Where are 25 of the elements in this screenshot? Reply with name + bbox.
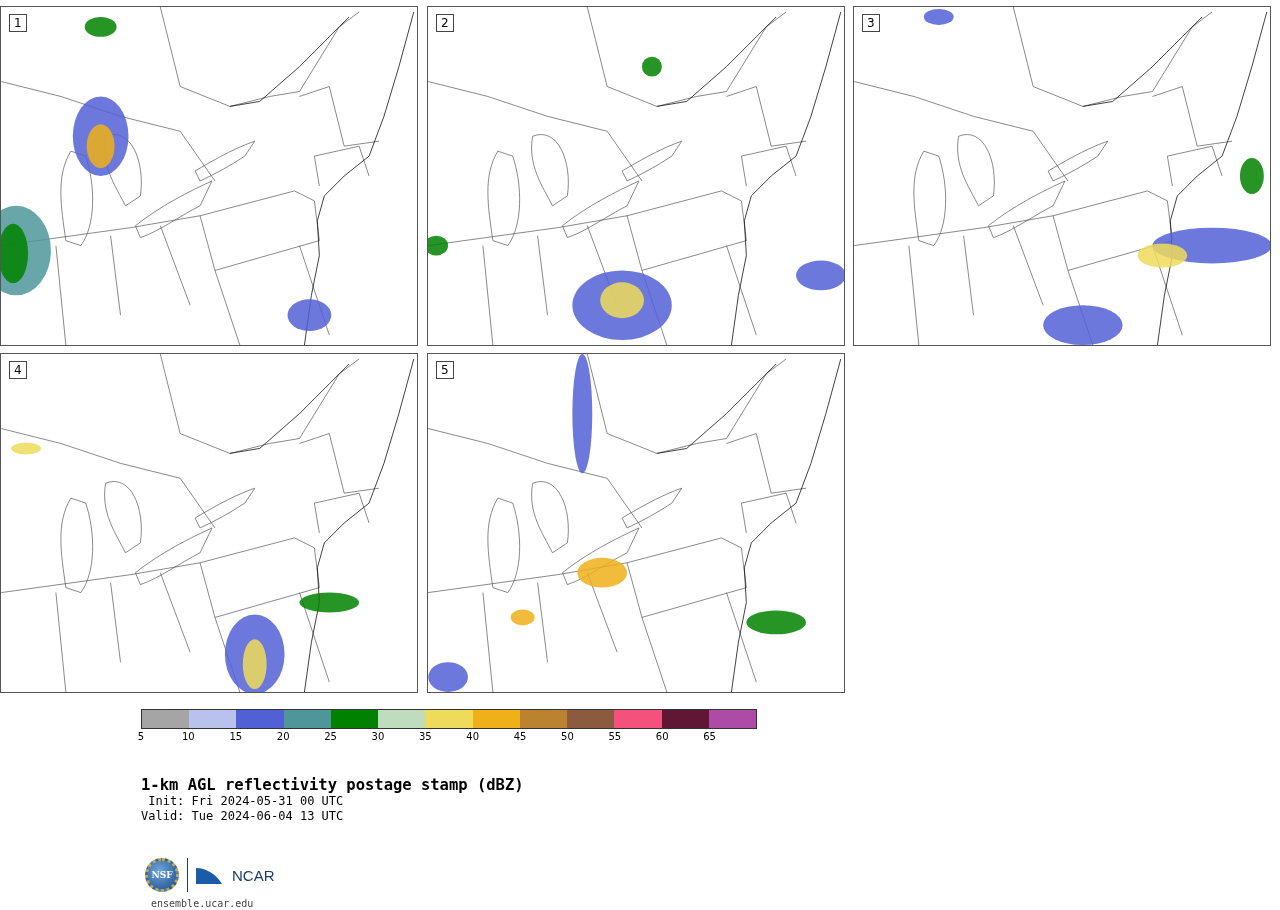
tick-label: 65 [703, 731, 716, 742]
tick-label: 10 [182, 731, 195, 742]
panel-number: 2 [436, 14, 454, 32]
tick-label: 45 [513, 731, 527, 742]
website-url: ensemble.ucar.edu [151, 898, 255, 909]
tick-label: 60 [655, 731, 669, 742]
tick-label: 35 [418, 731, 432, 742]
panel-number: 4 [9, 361, 27, 379]
tick-label: 25 [324, 731, 337, 742]
chart-title: 1-km AGL reflectivity postage stamp (dBZ) [141, 776, 525, 794]
tick-label: 40 [466, 731, 480, 742]
seal-text: NSF [151, 870, 173, 880]
panel-number: 5 [436, 361, 454, 379]
tick-label: 50 [561, 731, 574, 742]
tick-label: 30 [371, 731, 385, 742]
valid-time: Valid: Tue 2024-06-04 13 UTC [141, 809, 345, 824]
logo-text: NCAR [232, 866, 275, 884]
tick-label: 15 [229, 731, 243, 742]
tick-label: 5 [137, 731, 145, 742]
panel-number: 1 [9, 14, 27, 32]
panel-number: 3 [862, 14, 880, 32]
tick-label: 55 [608, 731, 622, 742]
init-time: Init: Fri 2024-05-31 00 UTC [147, 794, 345, 809]
tick-label: 20 [276, 731, 290, 742]
swoosh-icon [196, 866, 222, 884]
